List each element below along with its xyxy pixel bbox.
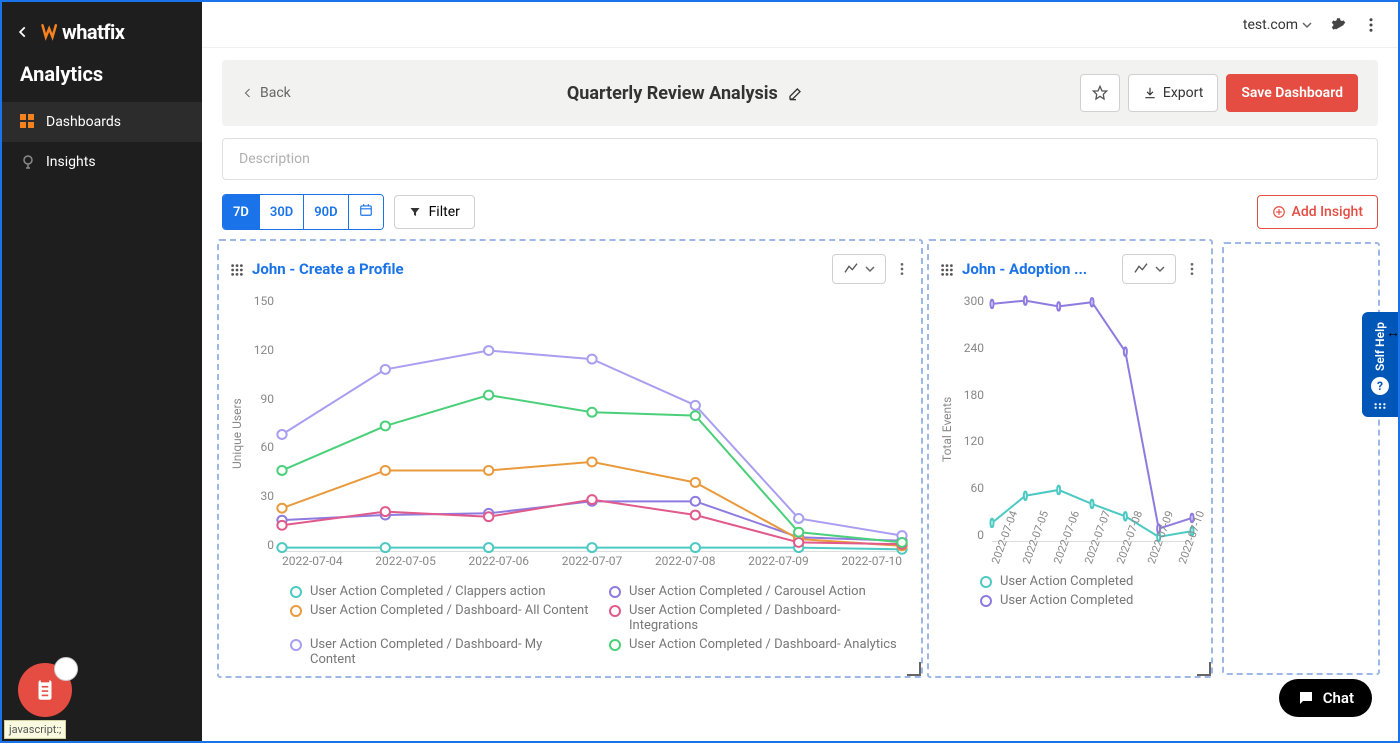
chevron-down-icon bbox=[1155, 264, 1165, 274]
chat-widget[interactable]: Chat bbox=[1279, 679, 1372, 717]
back-link[interactable]: Back bbox=[242, 85, 291, 101]
legend-item[interactable]: User Action Completed / Dashboard- All C… bbox=[290, 603, 591, 633]
help-question-icon: ? bbox=[1371, 377, 1389, 395]
self-help-label: Self Help bbox=[1373, 322, 1387, 371]
topbar: test.com bbox=[202, 2, 1398, 48]
gear-icon[interactable] bbox=[1328, 16, 1346, 34]
back-chevron-icon[interactable] bbox=[16, 25, 30, 39]
status-bar: javascript:; bbox=[4, 720, 66, 739]
save-label: Save Dashboard bbox=[1241, 85, 1343, 101]
page-title: Quarterly Review Analysis bbox=[567, 83, 778, 104]
chart-type-dropdown[interactable] bbox=[832, 254, 886, 284]
range-7d[interactable]: 7D bbox=[223, 195, 259, 229]
range-90d[interactable]: 90D bbox=[303, 195, 347, 229]
resize-handle[interactable] bbox=[907, 662, 921, 676]
star-button[interactable] bbox=[1080, 74, 1120, 112]
drag-handle-icon[interactable] bbox=[940, 262, 954, 276]
chart-legend: User Action Completed User Action Complet… bbox=[940, 574, 1200, 608]
card-title[interactable]: John - Adoption ... bbox=[962, 260, 1087, 278]
y-axis-label: Total Events bbox=[940, 294, 954, 564]
card-kebab-icon[interactable] bbox=[1184, 261, 1200, 277]
title-bar: Back Quarterly Review Analysis Export Sa… bbox=[222, 60, 1378, 126]
domain-label: test.com bbox=[1243, 17, 1298, 33]
filter-button[interactable]: Filter bbox=[394, 195, 475, 229]
legend-item[interactable]: User Action Completed / Dashboard- Integ… bbox=[609, 603, 910, 633]
calendar-icon bbox=[359, 203, 373, 217]
chevron-down-icon bbox=[1302, 20, 1312, 30]
sidebar-item-insights[interactable]: Insights bbox=[2, 142, 202, 182]
legend-item[interactable]: User Action Completed bbox=[980, 574, 1200, 589]
legend-item[interactable]: User Action Completed / Clappers action bbox=[290, 584, 591, 599]
plus-circle-icon bbox=[1272, 205, 1286, 219]
lightbulb-icon bbox=[20, 154, 36, 170]
insight-card-adoption: John - Adoption ... Total Events 0601201… bbox=[930, 242, 1210, 675]
insight-card-profile: John - Create a Profile Unique Users 030… bbox=[220, 242, 920, 675]
chat-icon bbox=[1297, 689, 1315, 707]
export-label: Export bbox=[1163, 85, 1203, 101]
empty-drop-zone[interactable] bbox=[1222, 242, 1380, 675]
add-insight-button[interactable]: Add Insight bbox=[1257, 195, 1378, 229]
y-axis-label: Unique Users bbox=[230, 294, 244, 574]
download-icon bbox=[1143, 86, 1157, 100]
sidebar-item-dashboards[interactable]: Dashboards bbox=[2, 102, 202, 142]
main: test.com Back Quarterly Review Analysis bbox=[202, 2, 1398, 741]
range-30d[interactable]: 30D bbox=[259, 195, 303, 229]
legend-item[interactable]: User Action Completed / Dashboard- Analy… bbox=[609, 637, 910, 667]
back-label: Back bbox=[260, 85, 291, 101]
chart-type-dropdown[interactable] bbox=[1122, 254, 1176, 284]
clipboard-badge-count: 10 bbox=[54, 657, 78, 681]
description-input[interactable]: Description bbox=[222, 138, 1378, 180]
export-button[interactable]: Export bbox=[1128, 74, 1218, 112]
drag-handle-icon[interactable] bbox=[230, 262, 244, 276]
sidebar: whatfix Analytics Dashboards Insights 10 bbox=[2, 2, 202, 741]
chevron-down-icon bbox=[865, 264, 875, 274]
line-chart-profile: 0306090120150 2022-07-042022-07-052022-0… bbox=[244, 294, 910, 574]
grip-icon bbox=[1373, 401, 1387, 411]
sidebar-title: Analytics bbox=[2, 62, 202, 102]
filter-label: Filter bbox=[429, 204, 460, 220]
domain-dropdown[interactable]: test.com bbox=[1243, 17, 1312, 33]
clipboard-widget[interactable]: 10 bbox=[18, 663, 72, 717]
save-dashboard-button[interactable]: Save Dashboard bbox=[1226, 74, 1358, 112]
chat-label: Chat bbox=[1323, 689, 1354, 707]
resize-handle[interactable] bbox=[1197, 662, 1211, 676]
legend-item[interactable]: User Action Completed / Carousel Action bbox=[609, 584, 910, 599]
kebab-icon[interactable] bbox=[1362, 16, 1380, 34]
add-insight-label: Add Insight bbox=[1292, 204, 1363, 220]
resize-cursor-icon: ↔ bbox=[1386, 324, 1400, 341]
edit-pencil-icon[interactable] bbox=[788, 85, 804, 101]
dashboard-icon bbox=[20, 114, 36, 130]
line-chart-icon bbox=[1133, 261, 1149, 277]
chevron-left-icon bbox=[242, 87, 254, 99]
chart-legend: User Action Completed / Clappers action U… bbox=[230, 584, 910, 667]
card-title[interactable]: John - Create a Profile bbox=[252, 260, 404, 278]
filter-icon bbox=[409, 206, 421, 218]
clipboard-icon bbox=[32, 677, 58, 703]
legend-item[interactable]: User Action Completed / Dashboard- My Co… bbox=[290, 637, 591, 667]
sidebar-item-label: Dashboards bbox=[46, 114, 121, 130]
card-kebab-icon[interactable] bbox=[894, 261, 910, 277]
line-chart-icon bbox=[843, 261, 859, 277]
sidebar-item-label: Insights bbox=[46, 154, 96, 170]
brand-text: whatfix bbox=[62, 20, 125, 44]
brand-icon bbox=[40, 22, 60, 42]
legend-item[interactable]: User Action Completed bbox=[980, 593, 1200, 608]
range-custom-calendar[interactable] bbox=[348, 195, 383, 229]
date-range-segment: 7D 30D 90D bbox=[222, 194, 384, 230]
line-chart-adoption: 060120180240300 2022-07-042022-07-052022… bbox=[954, 294, 1200, 564]
star-icon bbox=[1092, 85, 1108, 101]
